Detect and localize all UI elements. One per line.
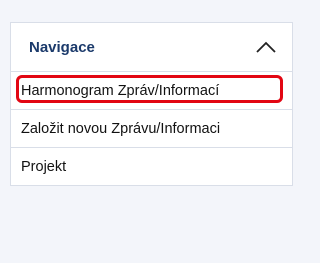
navigation-title: Navigace	[29, 38, 95, 56]
nav-item-zalozit-zpravu[interactable]: Založit novou Zprávu/Informaci	[11, 110, 292, 148]
nav-item-harmonogram[interactable]: Harmonogram Zpráv/Informací	[11, 72, 292, 110]
navigation-header[interactable]: Navigace	[11, 23, 292, 72]
chevron-up-icon[interactable]	[254, 35, 278, 59]
nav-item-label: Založit novou Zprávu/Informaci	[21, 120, 221, 137]
nav-item-projekt[interactable]: Projekt	[11, 148, 292, 185]
navigation-panel: Navigace Harmonogram Zpráv/Informací Zal…	[10, 22, 293, 186]
nav-item-label: Harmonogram Zpráv/Informací	[21, 82, 220, 99]
nav-item-label: Projekt	[21, 158, 67, 175]
